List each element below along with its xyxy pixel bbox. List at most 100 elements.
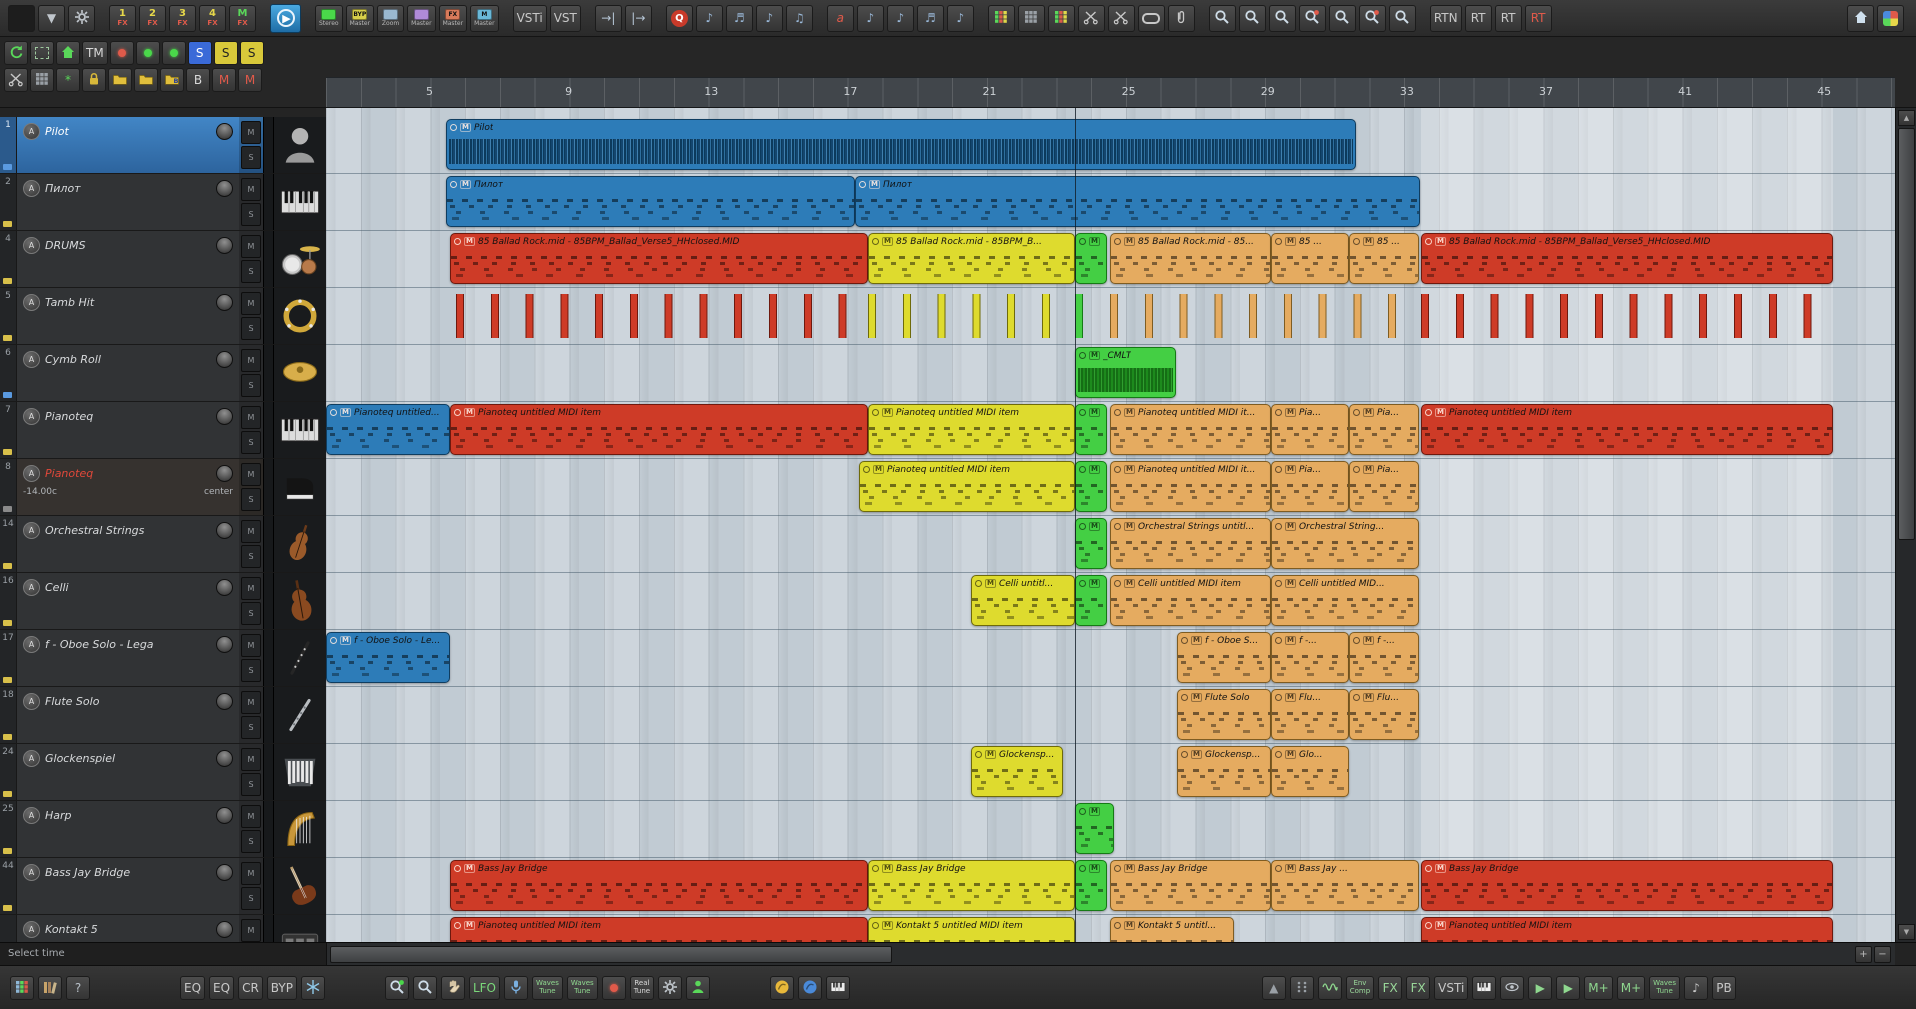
zoom-out-button[interactable]: − <box>1874 946 1891 963</box>
vertical-scrollbar[interactable]: ▲ ▼ <box>1895 108 1916 942</box>
arrange-track-lane[interactable]: M Bass Jay Bridge M Bass Jay Bridge M M Bass J… <box>326 858 1895 915</box>
zoom-button-3[interactable] <box>1268 4 1296 32</box>
mute-button[interactable]: M <box>241 520 261 543</box>
track-row[interactable]: 1 A Pilot M S <box>0 117 326 174</box>
note-value-button-4[interactable]: ♫ <box>785 4 813 32</box>
byp-button[interactable]: BYP <box>266 975 297 1000</box>
zoom-button[interactable]: Zoom <box>377 4 405 32</box>
help-button[interactable]: ? <box>66 975 90 1000</box>
track-name[interactable]: Glockenspiel <box>45 752 211 765</box>
track-name[interactable]: Orchestral Strings <box>45 524 211 537</box>
record-arm-button[interactable]: A <box>23 180 40 197</box>
media-item[interactable]: Mf - Oboe Solo - Le... <box>326 632 450 683</box>
record-arm-button[interactable]: A <box>23 237 40 254</box>
mic-button[interactable] <box>503 975 528 1000</box>
item-mute-icon[interactable]: M <box>1089 236 1100 247</box>
media-item[interactable]: M 85 Ballad Rock.mid - 85... <box>1110 233 1271 284</box>
mute-button[interactable]: M <box>241 292 261 315</box>
item-mute-icon[interactable]: M <box>340 407 351 418</box>
track-row[interactable]: 16 A Celli M S <box>0 573 326 630</box>
record-arm-button[interactable]: A <box>23 807 40 824</box>
fx-button-2[interactable]: FX <box>1406 975 1431 1000</box>
theme-button[interactable] <box>1877 4 1904 32</box>
media-item[interactable]: M 85 Ballad Rock.mid - 85BPM_Ballad_Verse… <box>1421 233 1833 284</box>
zoom-tool-button-2[interactable] <box>412 975 437 1000</box>
media-item[interactable]: M Pianoteq untitled MIDI item <box>450 917 868 942</box>
media-item[interactable]: M Pia... <box>1349 461 1419 512</box>
item-mute-icon[interactable]: M <box>1285 521 1296 532</box>
play-button[interactable]: ▶ <box>270 3 301 33</box>
item-mute-icon[interactable]: M <box>1124 578 1135 589</box>
mute-all-button-2[interactable]: M <box>238 68 262 92</box>
grid-mode-button-3[interactable] <box>1047 4 1075 32</box>
media-item[interactable]: M Pianoteq untitled MIDI it... <box>1110 461 1271 512</box>
master-fader-button[interactable]: Master <box>407 4 436 32</box>
track-row[interactable]: 14 A Orchestral Strings M S <box>0 516 326 573</box>
track-row[interactable]: 25 A Harp M S <box>0 801 326 858</box>
arrange-track-lane[interactable]: M Pianoteq untitled MIDI item M M Pianoteq u… <box>326 459 1895 516</box>
mute-button[interactable]: M <box>241 349 261 372</box>
real-tune-button[interactable]: Real Tune <box>629 975 655 1000</box>
media-item[interactable]: Mf -... <box>1271 632 1349 683</box>
item-mute-icon[interactable]: M <box>1089 407 1100 418</box>
note-value-button-2[interactable]: ♬ <box>725 4 753 32</box>
pan-knob[interactable] <box>216 123 233 140</box>
item-mute-icon[interactable]: M <box>882 920 893 931</box>
mute-button[interactable]: M <box>241 121 261 144</box>
item-mute-icon[interactable]: M <box>1124 236 1135 247</box>
item-mute-icon[interactable]: M <box>1089 863 1100 874</box>
track-row[interactable]: 8 A Pianoteq -14.00c center M S <box>0 459 326 516</box>
media-item[interactable]: M _CMLT <box>1075 347 1176 398</box>
arrange-track-lane[interactable]: M Glockensp... M Glockensp... M Glo... <box>326 744 1895 801</box>
track-volume-value[interactable]: -14.00c <box>23 487 57 497</box>
media-item[interactable]: M Pianoteq untitled... <box>326 404 450 455</box>
note-mod-button-4[interactable]: ♪ <box>946 4 974 32</box>
timeline-ruler[interactable]: 5 9 13 17 21 25 29 33 37 41 45 <box>326 77 1895 108</box>
eq-button-2[interactable]: EQ <box>209 975 235 1000</box>
item-mute-icon[interactable]: M <box>1089 806 1100 817</box>
track-name[interactable]: Harp <box>45 809 211 822</box>
track-row[interactable]: 5 A Tamb Hit M S <box>0 288 326 345</box>
track-pan-value[interactable]: center <box>204 487 233 497</box>
zoom-button-1[interactable] <box>1208 4 1236 32</box>
item-mute-icon[interactable]: M <box>460 122 471 133</box>
byp-master-button[interactable]: BYP Master <box>345 4 375 32</box>
track-row[interactable]: 7 A Pianoteq M S <box>0 402 326 459</box>
dots-button[interactable] <box>1289 975 1314 1000</box>
item-mute-icon[interactable]: M <box>1363 464 1374 475</box>
rtn-button[interactable]: RTN <box>1429 4 1462 32</box>
media-item[interactable]: M Пилот <box>446 176 855 227</box>
virtual-keyboard-button[interactable] <box>826 975 851 1000</box>
fx-slot-2-button[interactable]: 2 FX <box>139 4 166 32</box>
note-mod-button-3[interactable]: ♬ <box>916 4 944 32</box>
media-item[interactable]: M Pilot <box>446 119 1356 170</box>
media-item[interactable]: M Pianoteq untitled MIDI it... <box>1110 404 1271 455</box>
item-mute-icon[interactable]: M <box>1191 692 1202 703</box>
media-item[interactable]: M <box>1075 803 1114 854</box>
mute-button[interactable]: M <box>241 406 261 429</box>
pan-knob[interactable] <box>216 750 233 767</box>
record-arm-button[interactable]: A <box>23 123 40 140</box>
horizontal-scroll-thumb[interactable] <box>330 946 892 963</box>
pan-knob[interactable] <box>216 408 233 425</box>
monitor-person-button[interactable] <box>686 975 711 1000</box>
zoom-button-4[interactable] <box>1298 4 1326 32</box>
media-explorer-button[interactable] <box>38 975 62 1000</box>
solo-button[interactable]: S <box>241 545 261 568</box>
waves-tune-button-1[interactable]: Waves Tune <box>531 975 563 1000</box>
media-item[interactable]: M 85 ... <box>1349 233 1419 284</box>
freeze-button[interactable] <box>300 975 325 1000</box>
media-item[interactable]: M Pianoteq untitled MIDI item <box>450 404 868 455</box>
item-mute-icon[interactable]: M <box>1124 863 1135 874</box>
media-item[interactable]: M <box>1075 575 1107 626</box>
led-button-1[interactable] <box>109 41 134 65</box>
item-mute-icon[interactable]: M <box>1089 464 1100 475</box>
folder-button-2[interactable] <box>134 68 158 92</box>
percussion-hit-items[interactable] <box>1110 294 1419 338</box>
pan-knob[interactable] <box>216 807 233 824</box>
item-mute-icon[interactable]: M <box>985 578 996 589</box>
docker-grid-button[interactable] <box>10 975 34 1000</box>
media-item[interactable]: M Pianoteq untitled MIDI item <box>1421 404 1833 455</box>
item-mute-icon[interactable]: M <box>1124 464 1135 475</box>
item-mute-icon[interactable]: M <box>464 407 475 418</box>
